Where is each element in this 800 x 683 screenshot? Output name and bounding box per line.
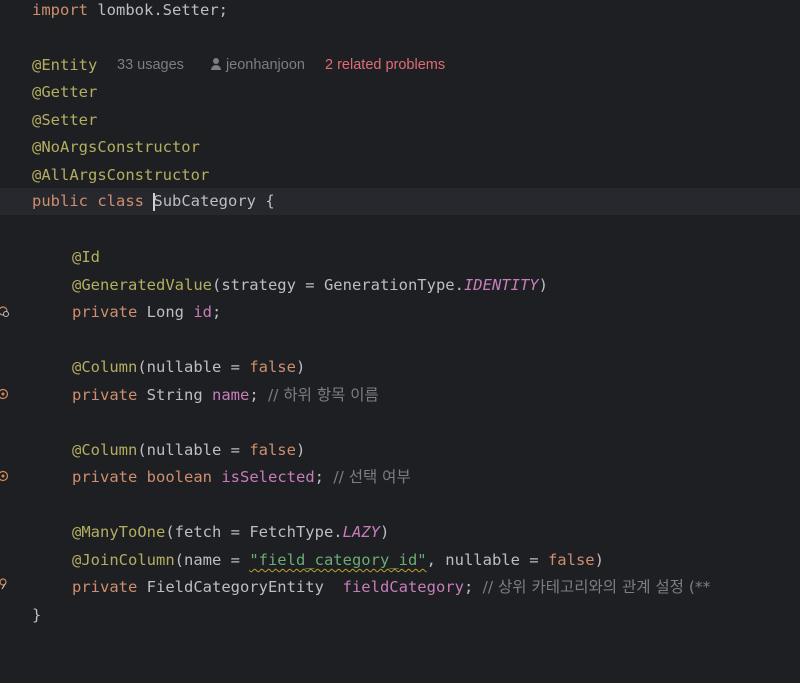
keyword-private: private — [72, 303, 138, 321]
semicolon: ; — [249, 386, 259, 404]
field-field-category: fieldCategory — [342, 578, 464, 596]
comment-selected: // 선택 여부 — [333, 468, 411, 486]
nullable-tail: , nullable = — [426, 551, 548, 569]
enum-lazy: LAZY — [342, 523, 380, 541]
code-line: @AllArgsConstructor — [0, 162, 800, 189]
comment-name: // 하위 항목 이름 — [268, 386, 379, 404]
code-line: @GeneratedValue(strategy = GenerationTyp… — [0, 272, 800, 299]
code-line-current: public class SubCategory { — [0, 188, 800, 215]
author-hint[interactable]: jeonhanjoon — [210, 57, 305, 73]
keyword-false: false — [249, 358, 296, 376]
code-line: @Column(nullable = false) — [0, 437, 800, 464]
field-is-selected: isSelected — [221, 468, 315, 486]
related-problems-hint[interactable]: 2 related problems — [325, 57, 445, 73]
inlay-hints: 33 usages jeonhanjoon 2 related problems — [117, 52, 445, 79]
code-line: @Setter — [0, 107, 800, 134]
code-line: private boolean isSelected; // 선택 여부 — [0, 464, 800, 491]
keyword-boolean: boolean — [146, 468, 212, 486]
enum-identity: IDENTITY — [463, 276, 539, 294]
comment-category: // 상위 카테고리와의 관계 설정 (** — [482, 578, 711, 596]
keyword-private: private — [72, 468, 138, 486]
name-args: (name = — [174, 551, 250, 569]
brace-open: { — [256, 192, 275, 210]
field-name: name — [211, 386, 250, 404]
annotation-join-column: @JoinColumn — [72, 551, 175, 569]
keyword-public: public — [32, 192, 88, 210]
code-line: } — [0, 602, 800, 629]
semicolon: ; — [463, 578, 474, 596]
code-line: @Column(nullable = false) — [0, 354, 800, 381]
code-line: private FieldCategoryEntity fieldCategor… — [0, 574, 800, 601]
nullable-args: (nullable = — [137, 358, 250, 376]
person-icon — [210, 58, 222, 70]
close-paren: ) — [295, 358, 306, 376]
class-name: SubCategory — [153, 192, 257, 210]
semicolon: ; — [212, 303, 222, 321]
code-line: @ManyToOne(fetch = FetchType.LAZY) — [0, 519, 800, 546]
code-line: private Long id; — [0, 299, 800, 326]
close-paren: ) — [295, 441, 306, 459]
annotation-generated-value: @GeneratedValue — [72, 276, 212, 294]
code-line: @Entity 33 usages jeonhanjoon 2 related … — [0, 52, 800, 79]
usages-hint[interactable]: 33 usages — [117, 57, 184, 73]
author-name: jeonhanjoon — [225, 57, 305, 73]
type-long: Long — [137, 303, 194, 321]
keyword-private: private — [72, 578, 138, 596]
keyword-import: import — [32, 1, 88, 19]
brace-close: } — [32, 606, 42, 624]
type-string: String — [137, 386, 212, 404]
close-paren: ) — [594, 551, 604, 569]
code-line: @JoinColumn(name = "field_category_id", … — [0, 547, 800, 574]
annotation-id: @Id — [72, 248, 100, 266]
annotation-entity: @Entity — [32, 56, 98, 74]
annotation-many-to-one: @ManyToOne — [72, 523, 166, 541]
keyword-private: private — [72, 386, 138, 404]
import-path: lombok.Setter; — [88, 1, 228, 19]
type-field-category-entity: FieldCategoryEntity — [137, 578, 343, 596]
nullable-args: (nullable = — [137, 441, 250, 459]
annotation-allargs: @AllArgsConstructor — [32, 166, 210, 184]
semicolon: ; — [314, 468, 325, 486]
annotation-column: @Column — [72, 441, 138, 459]
string-join-name: "field_category_id" — [249, 551, 427, 569]
close-paren: ) — [379, 523, 390, 541]
annotation-noargs: @NoArgsConstructor — [32, 138, 200, 156]
code-editor[interactable]: import lombok.Setter; @Entity 33 usages … — [0, 0, 800, 633]
annotation-getter: @Getter — [32, 83, 98, 101]
field-id: id — [193, 303, 212, 321]
annotation-column: @Column — [72, 358, 138, 376]
code-line: @NoArgsConstructor — [0, 134, 800, 161]
annotation-setter: @Setter — [32, 111, 98, 129]
code-line: @Getter — [0, 79, 800, 106]
code-line: import lombok.Setter; — [0, 0, 800, 24]
keyword-false: false — [547, 551, 595, 569]
keyword-class: class — [97, 192, 145, 210]
code-line: private String name; // 하위 항목 이름 — [0, 382, 800, 409]
keyword-false: false — [249, 441, 296, 459]
fetch-args: (fetch = FetchType. — [165, 523, 343, 541]
close-paren: ) — [538, 276, 548, 294]
generated-args: (strategy = GenerationType. — [211, 276, 464, 294]
code-line: @Id — [0, 244, 800, 271]
